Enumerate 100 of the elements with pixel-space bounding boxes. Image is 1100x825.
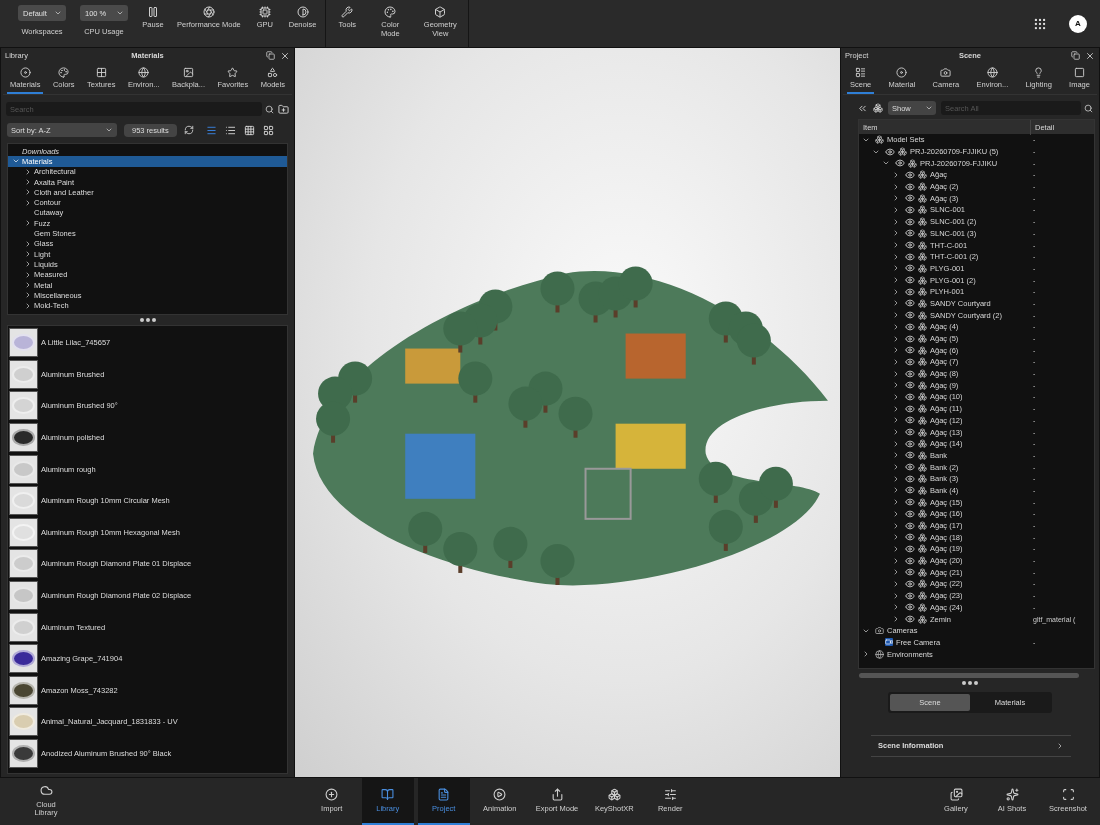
refresh-icon[interactable]	[183, 125, 194, 135]
eye-icon[interactable]	[905, 356, 915, 367]
eye-icon[interactable]	[905, 275, 915, 286]
chevron-right-icon[interactable]	[892, 533, 900, 542]
eye-icon[interactable]	[905, 555, 915, 566]
eye-icon[interactable]	[905, 602, 915, 613]
chevron-right-icon[interactable]	[892, 439, 900, 448]
chevron-right-icon[interactable]	[892, 544, 900, 553]
chevron-right-icon[interactable]	[892, 556, 900, 565]
chevron-right-icon[interactable]	[892, 416, 900, 425]
eye-icon[interactable]	[905, 263, 915, 274]
chevron-right-icon[interactable]	[892, 205, 900, 214]
chevron-right-icon[interactable]	[892, 241, 900, 250]
eye-icon[interactable]	[905, 614, 915, 625]
eye-icon[interactable]	[905, 368, 915, 379]
eye-icon[interactable]	[905, 181, 915, 192]
chevron-right-icon[interactable]	[24, 239, 32, 248]
eye-icon[interactable]	[905, 391, 915, 402]
undock-icon[interactable]	[1071, 50, 1080, 60]
chevron-right-icon[interactable]	[892, 194, 900, 203]
chevron-right-icon[interactable]	[892, 509, 900, 518]
eye-icon[interactable]	[905, 520, 915, 531]
eye-icon[interactable]	[905, 462, 915, 473]
chevron-right-icon[interactable]	[892, 346, 900, 355]
eye-icon[interactable]	[905, 240, 915, 251]
folder-plus-icon[interactable]	[278, 103, 289, 115]
cubes-icon[interactable]	[873, 103, 883, 113]
eye-icon[interactable]	[905, 228, 915, 239]
chevron-right-icon[interactable]	[24, 167, 32, 176]
chevron-right-icon[interactable]	[24, 301, 32, 310]
chevron-right-icon[interactable]	[24, 260, 32, 269]
eye-icon[interactable]	[905, 333, 915, 344]
chevron-right-icon[interactable]	[892, 369, 900, 378]
chevron-right-icon[interactable]	[892, 474, 900, 483]
chevron-right-icon[interactable]	[892, 217, 900, 226]
app-grid-icon[interactable]	[1033, 16, 1047, 31]
eye-icon[interactable]	[905, 321, 915, 332]
eye-icon[interactable]	[905, 497, 915, 508]
eye-icon[interactable]	[905, 345, 915, 356]
eye-icon[interactable]	[905, 380, 915, 391]
eye-icon[interactable]	[905, 193, 915, 204]
eye-icon[interactable]	[905, 298, 915, 309]
chevron-right-icon[interactable]	[892, 229, 900, 238]
close-icon[interactable]	[1085, 50, 1095, 61]
chevron-right-icon[interactable]	[892, 299, 900, 308]
chevron-right-icon[interactable]	[892, 357, 900, 366]
close-icon[interactable]	[280, 50, 290, 61]
chevron-right-icon[interactable]	[892, 392, 900, 401]
chevron-right-icon[interactable]	[892, 591, 900, 600]
user-avatar[interactable]: A	[1069, 14, 1087, 33]
chevron-right-icon[interactable]	[24, 219, 32, 228]
eye-icon[interactable]	[905, 204, 915, 215]
chevron-right-icon[interactable]	[892, 603, 900, 612]
chevron-right-icon[interactable]	[892, 170, 900, 179]
chevron-right-icon[interactable]	[892, 252, 900, 261]
chevron-right-icon[interactable]	[892, 311, 900, 320]
chevron-right-icon[interactable]	[892, 568, 900, 577]
chevron-right-icon[interactable]	[24, 178, 32, 187]
chevron-right-icon[interactable]	[892, 579, 900, 588]
eye-icon[interactable]	[905, 473, 915, 484]
chevron-right-icon[interactable]	[892, 334, 900, 343]
chevron-right-icon[interactable]	[892, 287, 900, 296]
eye-icon[interactable]	[905, 216, 915, 227]
chevron-right-icon[interactable]	[24, 188, 32, 197]
eye-icon[interactable]	[905, 427, 915, 438]
chevron-right-icon[interactable]	[892, 615, 900, 624]
eye-icon[interactable]	[905, 508, 915, 519]
undock-icon[interactable]	[266, 50, 275, 60]
eye-icon[interactable]	[905, 590, 915, 601]
eye-icon[interactable]	[905, 286, 915, 297]
chevron-right-icon[interactable]	[892, 264, 900, 273]
chevron-right-icon[interactable]	[24, 291, 32, 300]
eye-icon[interactable]	[905, 567, 915, 578]
eye-icon[interactable]	[905, 543, 915, 554]
eye-icon[interactable]	[905, 415, 915, 426]
chevron-right-icon[interactable]	[892, 428, 900, 437]
eye-icon[interactable]	[905, 251, 915, 262]
chevron-right-icon[interactable]	[892, 486, 900, 495]
eye-icon[interactable]	[905, 578, 915, 589]
eye-icon[interactable]	[905, 403, 915, 414]
chevron-right-icon[interactable]	[892, 322, 900, 331]
chevron-right-icon[interactable]	[892, 521, 900, 530]
eye-icon[interactable]	[885, 146, 895, 157]
eye-icon[interactable]	[905, 438, 915, 449]
chevron-right-icon[interactable]	[24, 270, 32, 279]
chevron-right-icon[interactable]	[892, 276, 900, 285]
chevron-right-icon[interactable]	[24, 281, 32, 289]
chevron-right-icon[interactable]	[24, 250, 32, 259]
eye-icon[interactable]	[905, 485, 915, 496]
chevron-right-icon[interactable]	[24, 198, 32, 207]
eye-icon[interactable]	[895, 158, 905, 169]
chevron-right-icon[interactable]	[892, 463, 900, 472]
chevron-right-icon[interactable]	[892, 381, 900, 390]
eye-icon[interactable]	[905, 450, 915, 461]
chevron-right-icon[interactable]	[862, 650, 870, 659]
chevron-right-icon[interactable]	[892, 404, 900, 413]
chevron-right-icon[interactable]	[892, 498, 900, 507]
eye-icon[interactable]	[905, 169, 915, 180]
eye-icon[interactable]	[905, 310, 915, 321]
eye-icon[interactable]	[905, 532, 915, 543]
